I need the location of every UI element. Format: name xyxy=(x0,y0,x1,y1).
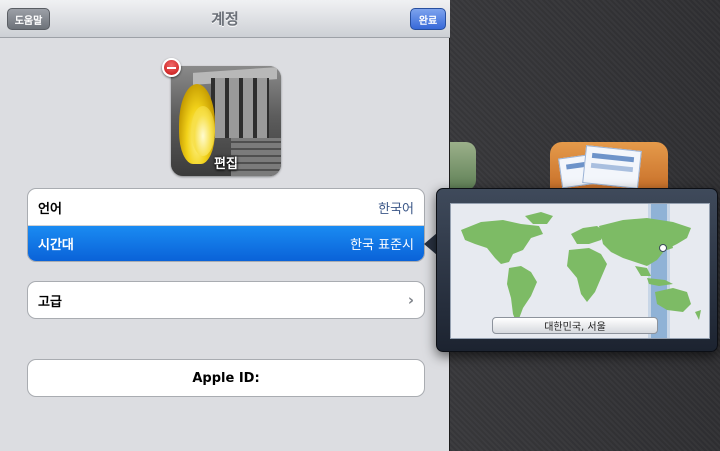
continent-africa xyxy=(567,248,607,302)
navigation-bar: 도움말 계정 완료 xyxy=(0,0,450,38)
continent-north-america xyxy=(461,220,543,264)
timezone-row[interactable]: 시간대 한국 표준시 xyxy=(28,225,424,261)
app-icon-partial-green xyxy=(446,142,476,190)
apple-id-label: Apple ID: xyxy=(192,370,260,386)
apple-id-group: Apple ID: xyxy=(27,359,425,397)
advanced-group: 고급 › xyxy=(27,281,425,319)
language-value: 한국어 xyxy=(378,201,414,217)
location-pin-icon xyxy=(659,244,667,252)
city-button[interactable]: 대한민국, 서울 xyxy=(492,317,658,334)
done-button[interactable]: 완료 xyxy=(410,8,446,30)
language-row[interactable]: 언어 한국어 xyxy=(28,189,424,225)
profile-photo[interactable]: 편집 xyxy=(171,66,281,176)
account-settings-panel: 도움말 계정 완료 편집 언어 한국어 시간대 한국 표준시 고급 › Appl… xyxy=(0,0,450,451)
continent-south-america xyxy=(507,266,537,324)
page-title: 계정 xyxy=(211,10,239,28)
advanced-row[interactable]: 고급 › xyxy=(28,282,424,318)
keynote-app-icon xyxy=(550,142,668,190)
advanced-label: 고급 xyxy=(38,294,62,310)
remove-photo-icon[interactable] xyxy=(162,58,181,77)
continent-asia xyxy=(599,218,691,266)
timezone-label: 시간대 xyxy=(38,238,74,253)
language-timezone-group: 언어 한국어 시간대 한국 표준시 xyxy=(27,188,425,262)
edit-photo-label[interactable]: 편집 xyxy=(171,153,281,172)
apple-id-row[interactable]: Apple ID: xyxy=(28,360,424,396)
language-label: 언어 xyxy=(38,201,62,217)
timezone-value: 한국 표준시 xyxy=(350,238,414,253)
chevron-right-icon: › xyxy=(407,291,414,309)
